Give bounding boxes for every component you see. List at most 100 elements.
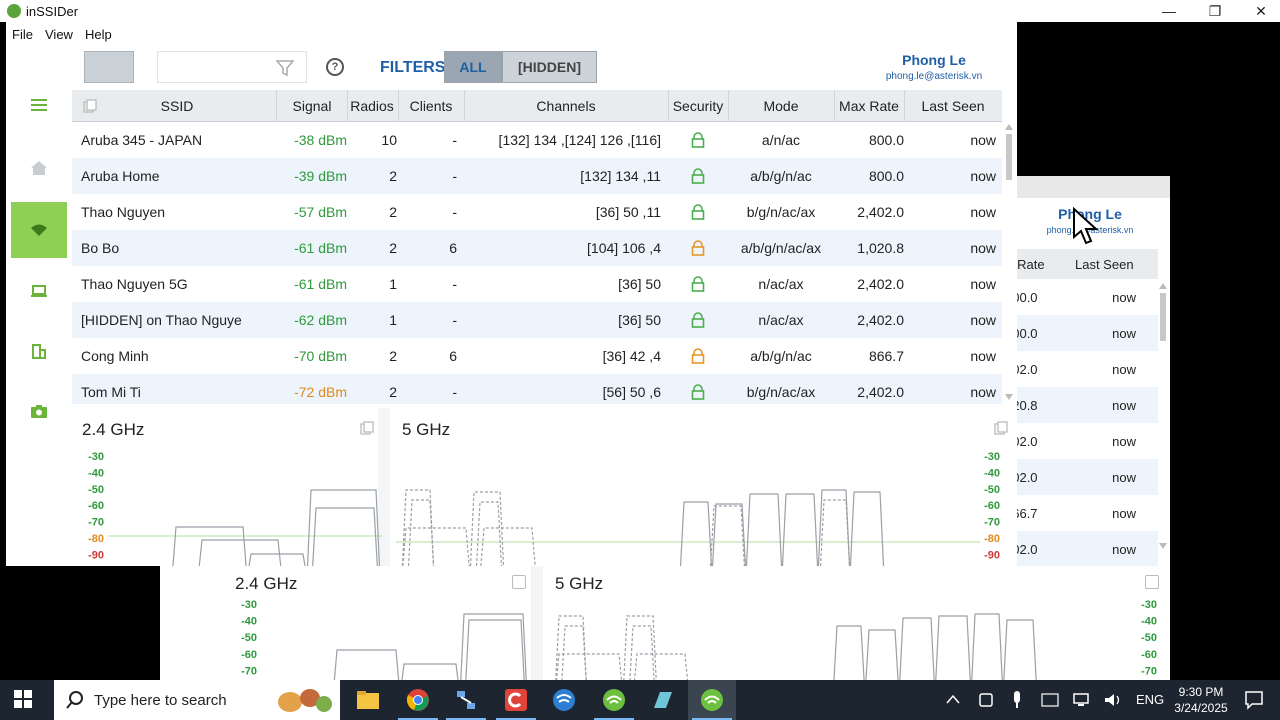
- table-row[interactable]: 800.0 now: [1005, 315, 1158, 351]
- file-explorer-icon[interactable]: [344, 680, 392, 720]
- cell-mode: a/b/g/n/ac: [750, 348, 812, 364]
- inssider-icon-1[interactable]: [590, 680, 638, 720]
- close-button[interactable]: ✕: [1238, 0, 1280, 22]
- column-header-security[interactable]: Security: [668, 98, 728, 114]
- device-icon[interactable]: [978, 692, 994, 708]
- chart-5ghz-plot: -30-40-50-60-70-80-903640444852566064100…: [396, 451, 1000, 566]
- hamburger-menu-icon[interactable]: [11, 77, 67, 133]
- clock[interactable]: 9:30 PM 3/24/2025: [1166, 684, 1236, 716]
- home-icon[interactable]: [11, 140, 67, 196]
- user-name[interactable]: Phong Le: [884, 52, 984, 68]
- camera-icon[interactable]: [11, 383, 67, 439]
- column-header-radios[interactable]: Radios: [347, 98, 397, 114]
- table-row[interactable]: 402.0 now: [1005, 423, 1158, 459]
- cell-clients: -: [452, 168, 457, 184]
- windows-start-icon[interactable]: [14, 690, 32, 708]
- language-indicator[interactable]: ENG: [1136, 692, 1164, 707]
- table-row[interactable]: 402.0 now: [1005, 531, 1158, 567]
- channel-charts: 2.4 GHz -30-40-50-60-70-80-9012345678910…: [72, 408, 1017, 566]
- chevron-up-icon[interactable]: [946, 694, 960, 704]
- y-tick-label: -70: [241, 665, 257, 677]
- table-row[interactable]: Cong Minh -70 dBm 2 6 4, 42 [36] a/b/g/n/ac 86…: [72, 338, 1002, 374]
- cell-mode: b/g/n/ac/ax: [746, 204, 816, 220]
- column-header-max-rate[interactable]: Max Rate: [834, 98, 904, 114]
- column-header-last-seen[interactable]: Last Seen: [1075, 257, 1134, 272]
- signal-trace: [865, 629, 899, 680]
- wifi-icon[interactable]: [11, 202, 67, 258]
- column-header-clients[interactable]: Clients: [398, 98, 464, 114]
- ime-icon[interactable]: [1041, 692, 1059, 708]
- volume-icon[interactable]: [1104, 692, 1122, 708]
- app-teal-icon[interactable]: [638, 680, 686, 720]
- column-header-signal[interactable]: Signal: [277, 98, 347, 114]
- table-header: SSID Signal Radios Clients Channels Secu…: [72, 90, 1002, 122]
- chart-24ghz: 2.4 GHz -30-40-50-60-70-80-9012345678910…: [72, 408, 384, 566]
- column-header-channels[interactable]: Channels: [464, 98, 668, 114]
- main-window: File View Help ? FILTERS: ALL [HIDDEN] P…: [6, 22, 1017, 566]
- filter-hidden-button[interactable]: [HIDDEN]: [502, 51, 597, 83]
- minimize-button[interactable]: —: [1146, 0, 1192, 22]
- cell-ssid: Cong Minh: [81, 348, 149, 364]
- network-icon[interactable]: [1072, 692, 1090, 708]
- signal-trace: [460, 613, 527, 680]
- table-row[interactable]: 366.7 now: [1005, 495, 1158, 531]
- copy-icon[interactable]: [83, 99, 97, 113]
- column-header-ssid[interactable]: SSID: [102, 98, 252, 114]
- table-row[interactable]: [HIDDEN] on Thao Nguye -62 dBm 1 - 50 [36] n/…: [72, 302, 1002, 338]
- filter-icon[interactable]: [276, 59, 294, 77]
- laptop-icon[interactable]: [11, 263, 67, 319]
- table-scrollbar[interactable]: [1004, 122, 1014, 402]
- taskbar-search-box[interactable]: Type here to search: [54, 680, 340, 720]
- search-icon: [66, 691, 83, 709]
- table-row[interactable]: 402.0 now: [1005, 351, 1158, 387]
- network-app-icon[interactable]: [442, 680, 490, 720]
- lock-green-icon: [691, 384, 705, 400]
- signal-trace: [817, 489, 851, 566]
- signal-trace: [480, 527, 536, 566]
- cell-radios: 10: [381, 132, 397, 148]
- table-row[interactable]: Tom Mi Ti -72 dBm 2 - 6, 50 [56] b/g/n/ac/ax 2…: [72, 374, 1002, 404]
- menu-view[interactable]: View: [45, 27, 73, 42]
- column-header-last-seen[interactable]: Last Seen: [904, 98, 1002, 114]
- table-row[interactable]: Bo Bo -61 dBm 2 6 4, 106 [104] a/b/g/n/ac/ax 1…: [72, 230, 1002, 266]
- table-row[interactable]: Aruba Home -39 dBm 2 - 11, 134 [132] a/b/g/n/…: [72, 158, 1002, 194]
- notifications-icon[interactable]: [1244, 690, 1264, 710]
- app-red-icon[interactable]: [492, 680, 540, 720]
- cell-signal: -61 dBm: [294, 240, 347, 256]
- background-table-body: 800.0 now 800.0 now 402.0 now 020.8 now 402.0 now…: [1005, 279, 1158, 567]
- app-blue-icon[interactable]: [540, 680, 588, 720]
- y-tick-label: -60: [88, 500, 104, 512]
- cell-max-rate: 2,402.0: [857, 384, 904, 400]
- inssider-icon-2[interactable]: [688, 680, 736, 720]
- microphone-icon[interactable]: [1011, 691, 1023, 709]
- filter-all-button[interactable]: ALL: [444, 51, 502, 83]
- cell-signal: -72 dBm: [294, 384, 347, 400]
- cell-ssid: Thao Nguyen 5G: [81, 276, 188, 292]
- signal-trace: [849, 491, 885, 566]
- y-tick-label: -90: [88, 549, 104, 561]
- column-header-mode[interactable]: Mode: [728, 98, 834, 114]
- cell-max-rate: 2,402.0: [857, 312, 904, 328]
- chart-5ghz: 5 GHz -30-40-50-60-70-80-903640444852566…: [390, 408, 1017, 566]
- table-row[interactable]: 020.8 now: [1005, 387, 1158, 423]
- building-icon[interactable]: [11, 323, 67, 379]
- table-row[interactable]: Thao Nguyen -57 dBm 2 - 11, 50 [36] b/g/n/ac/…: [72, 194, 1002, 230]
- table-row[interactable]: 402.0 now: [1005, 459, 1158, 495]
- menu-file[interactable]: File: [12, 27, 33, 42]
- cell-last-seen: now: [970, 168, 996, 184]
- background-scrollbar[interactable]: [1158, 281, 1168, 551]
- chrome-icon[interactable]: [394, 680, 442, 720]
- table-row[interactable]: 800.0 now: [1005, 279, 1158, 315]
- toolbar: ? FILTERS: ALL [HIDDEN] Phong Le phong.l…: [72, 45, 1017, 90]
- table-row[interactable]: Aruba 345 - JAPAN -38 dBm 10 - [116], 126 [1…: [72, 122, 1002, 158]
- table-row[interactable]: Thao Nguyen 5G -61 dBm 1 - 50 [36] n/ac/ax 2,4…: [72, 266, 1002, 302]
- scan-toggle-button[interactable]: [84, 51, 134, 83]
- signal-trace: [407, 499, 435, 566]
- y-tick-label: -70: [984, 517, 1000, 529]
- background-chart-5ghz: 5 GHz -30 -40 -50 -60 -70: [543, 566, 1170, 680]
- maximize-button[interactable]: ❐: [1192, 0, 1238, 22]
- help-icon[interactable]: ?: [326, 58, 344, 76]
- menu-help[interactable]: Help: [85, 27, 112, 42]
- cell-max-rate: 800.0: [868, 132, 904, 148]
- cell-last-seen: now: [1112, 434, 1136, 449]
